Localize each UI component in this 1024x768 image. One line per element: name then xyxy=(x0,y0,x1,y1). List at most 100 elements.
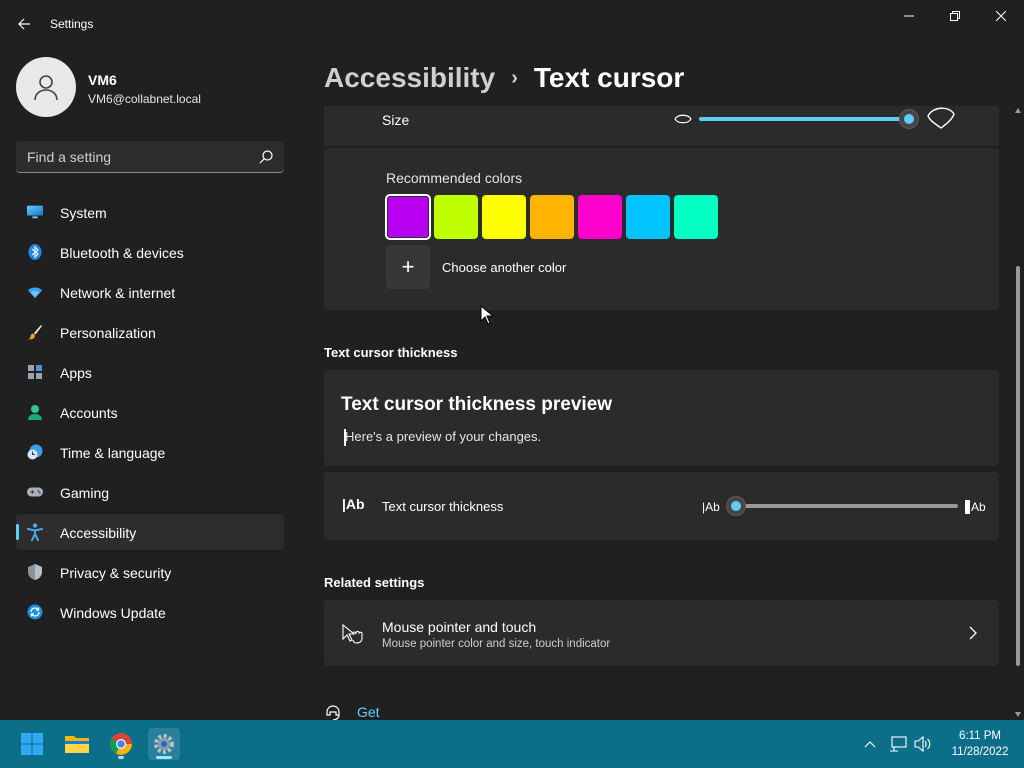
color-swatch[interactable] xyxy=(385,194,431,240)
scrollbar-thumb[interactable] xyxy=(1016,266,1020,666)
volume-tray-button[interactable] xyxy=(913,734,933,754)
user-email: VM6@collabnet.local xyxy=(88,92,201,106)
sidebar-item-accounts[interactable]: Accounts xyxy=(16,394,284,430)
close-icon xyxy=(996,11,1006,21)
clock-date: 11/28/2022 xyxy=(951,746,1009,758)
breadcrumb: Accessibility › Text cursor xyxy=(324,58,684,98)
scroll-down-arrow-icon[interactable] xyxy=(1015,712,1021,717)
sidebar-item-label: Accessibility xyxy=(60,525,137,541)
running-indicator xyxy=(118,756,124,759)
sidebar-nav: System Bluetooth & devices Network & int… xyxy=(16,194,284,634)
size-label: Size xyxy=(382,112,410,128)
wifi-icon xyxy=(27,284,43,300)
sidebar-item-label: Accounts xyxy=(60,405,118,421)
scroll-up-arrow-icon[interactable] xyxy=(1015,108,1021,113)
update-icon xyxy=(27,604,43,620)
large-drop-icon xyxy=(927,107,955,129)
file-explorer-icon xyxy=(65,736,89,753)
system-icon xyxy=(27,204,43,220)
restore-button[interactable] xyxy=(932,0,978,32)
size-slider-track[interactable] xyxy=(699,117,909,121)
chrome-icon xyxy=(110,733,132,755)
sidebar-item-label: Apps xyxy=(60,365,92,381)
gamepad-icon xyxy=(27,484,43,500)
sidebar-item-label: Personalization xyxy=(60,325,156,341)
settings-icon xyxy=(154,734,174,754)
mouse-pointer-touch-link[interactable]: Mouse pointer and touch Mouse pointer co… xyxy=(324,600,999,666)
brush-icon xyxy=(27,324,43,340)
thickness-row: |Ab Text cursor thickness |Ab Ab xyxy=(324,472,999,540)
choose-color-button[interactable]: + xyxy=(386,245,430,289)
search-icon[interactable] xyxy=(258,149,274,165)
sidebar-item-network[interactable]: Network & internet xyxy=(16,274,284,310)
breadcrumb-parent[interactable]: Accessibility xyxy=(324,62,495,94)
color-swatches xyxy=(385,194,726,240)
sidebar-item-windows-update[interactable]: Windows Update xyxy=(16,594,284,630)
size-slider-thumb[interactable] xyxy=(899,109,919,129)
apps-icon xyxy=(27,364,43,380)
color-swatch[interactable] xyxy=(578,195,622,239)
user-profile[interactable]: VM6 VM6@collabnet.local xyxy=(16,57,296,117)
user-name: VM6 xyxy=(88,72,117,88)
sidebar-item-time-language[interactable]: Time & language xyxy=(16,434,284,470)
color-swatch[interactable] xyxy=(674,195,718,239)
minimize-button[interactable] xyxy=(886,0,932,32)
title-bar: Settings xyxy=(0,0,1024,48)
show-hidden-icons-button[interactable] xyxy=(860,734,880,754)
clock-globe-icon xyxy=(27,444,43,460)
search-box[interactable] xyxy=(16,141,284,173)
choose-another-color-label[interactable]: Choose another color xyxy=(442,260,566,275)
start-button[interactable] xyxy=(16,728,48,760)
sidebar-item-accessibility[interactable]: Accessibility xyxy=(16,514,284,550)
related-item-title: Mouse pointer and touch xyxy=(382,619,537,635)
sidebar-item-personalization[interactable]: Personalization xyxy=(16,314,284,350)
minimize-icon xyxy=(904,15,914,17)
sidebar-item-system[interactable]: System xyxy=(16,194,284,230)
sidebar-item-label: Network & internet xyxy=(60,285,176,301)
taskbar-clock[interactable]: 6:11 PM 11/28/2022 xyxy=(940,728,1020,760)
active-indicator xyxy=(156,756,172,759)
mouse-cursor-icon xyxy=(480,305,494,325)
chevron-right-icon xyxy=(969,626,977,640)
recommended-colors-card: Recommended colors + Choose another colo… xyxy=(324,148,999,310)
thickness-slider-thumb[interactable] xyxy=(726,496,746,516)
thickness-section-title: Text cursor thickness xyxy=(324,345,458,360)
chevron-up-icon xyxy=(864,741,876,748)
back-button[interactable] xyxy=(12,12,36,36)
sidebar-item-gaming[interactable]: Gaming xyxy=(16,474,284,510)
page-title: Text cursor xyxy=(533,62,685,93)
recommended-colors-label: Recommended colors xyxy=(386,170,523,186)
thick-cursor-label: Ab xyxy=(965,500,986,514)
sidebar-item-label: Privacy & security xyxy=(60,565,172,581)
get-help-label: Get help xyxy=(357,704,380,720)
sidebar-item-bluetooth[interactable]: Bluetooth & devices xyxy=(16,234,284,270)
sidebar-item-apps[interactable]: Apps xyxy=(16,354,284,390)
search-input[interactable] xyxy=(16,141,246,172)
network-tray-button[interactable] xyxy=(888,734,908,754)
small-drop-icon xyxy=(674,114,692,124)
restore-icon xyxy=(950,11,960,21)
help-icon xyxy=(326,705,340,720)
close-button[interactable] xyxy=(978,0,1024,32)
preview-text[interactable]: Here's a preview of your changes. xyxy=(345,429,541,444)
avatar xyxy=(16,57,76,117)
back-arrow-icon xyxy=(18,18,30,30)
scrollbar[interactable] xyxy=(1013,106,1023,720)
file-explorer-button[interactable] xyxy=(61,728,93,760)
network-icon xyxy=(890,736,907,752)
thickness-preview-card: Text cursor thickness preview Here's a p… xyxy=(324,370,999,466)
taskbar: 6:11 PM 11/28/2022 xyxy=(0,720,1024,768)
thickness-label: Text cursor thickness xyxy=(382,499,504,514)
color-swatch[interactable] xyxy=(434,195,478,239)
sidebar-item-privacy-security[interactable]: Privacy & security xyxy=(16,554,284,590)
settings-taskbar-button[interactable] xyxy=(148,728,180,760)
thickness-slider-track[interactable] xyxy=(736,504,958,508)
bluetooth-icon xyxy=(27,244,43,260)
mouse-pointer-icon xyxy=(342,624,363,644)
app-title: Settings xyxy=(50,17,94,31)
color-swatch[interactable] xyxy=(482,195,526,239)
color-swatch[interactable] xyxy=(530,195,574,239)
color-swatch[interactable] xyxy=(626,195,670,239)
chrome-button[interactable] xyxy=(105,728,137,760)
user-icon xyxy=(34,75,58,101)
